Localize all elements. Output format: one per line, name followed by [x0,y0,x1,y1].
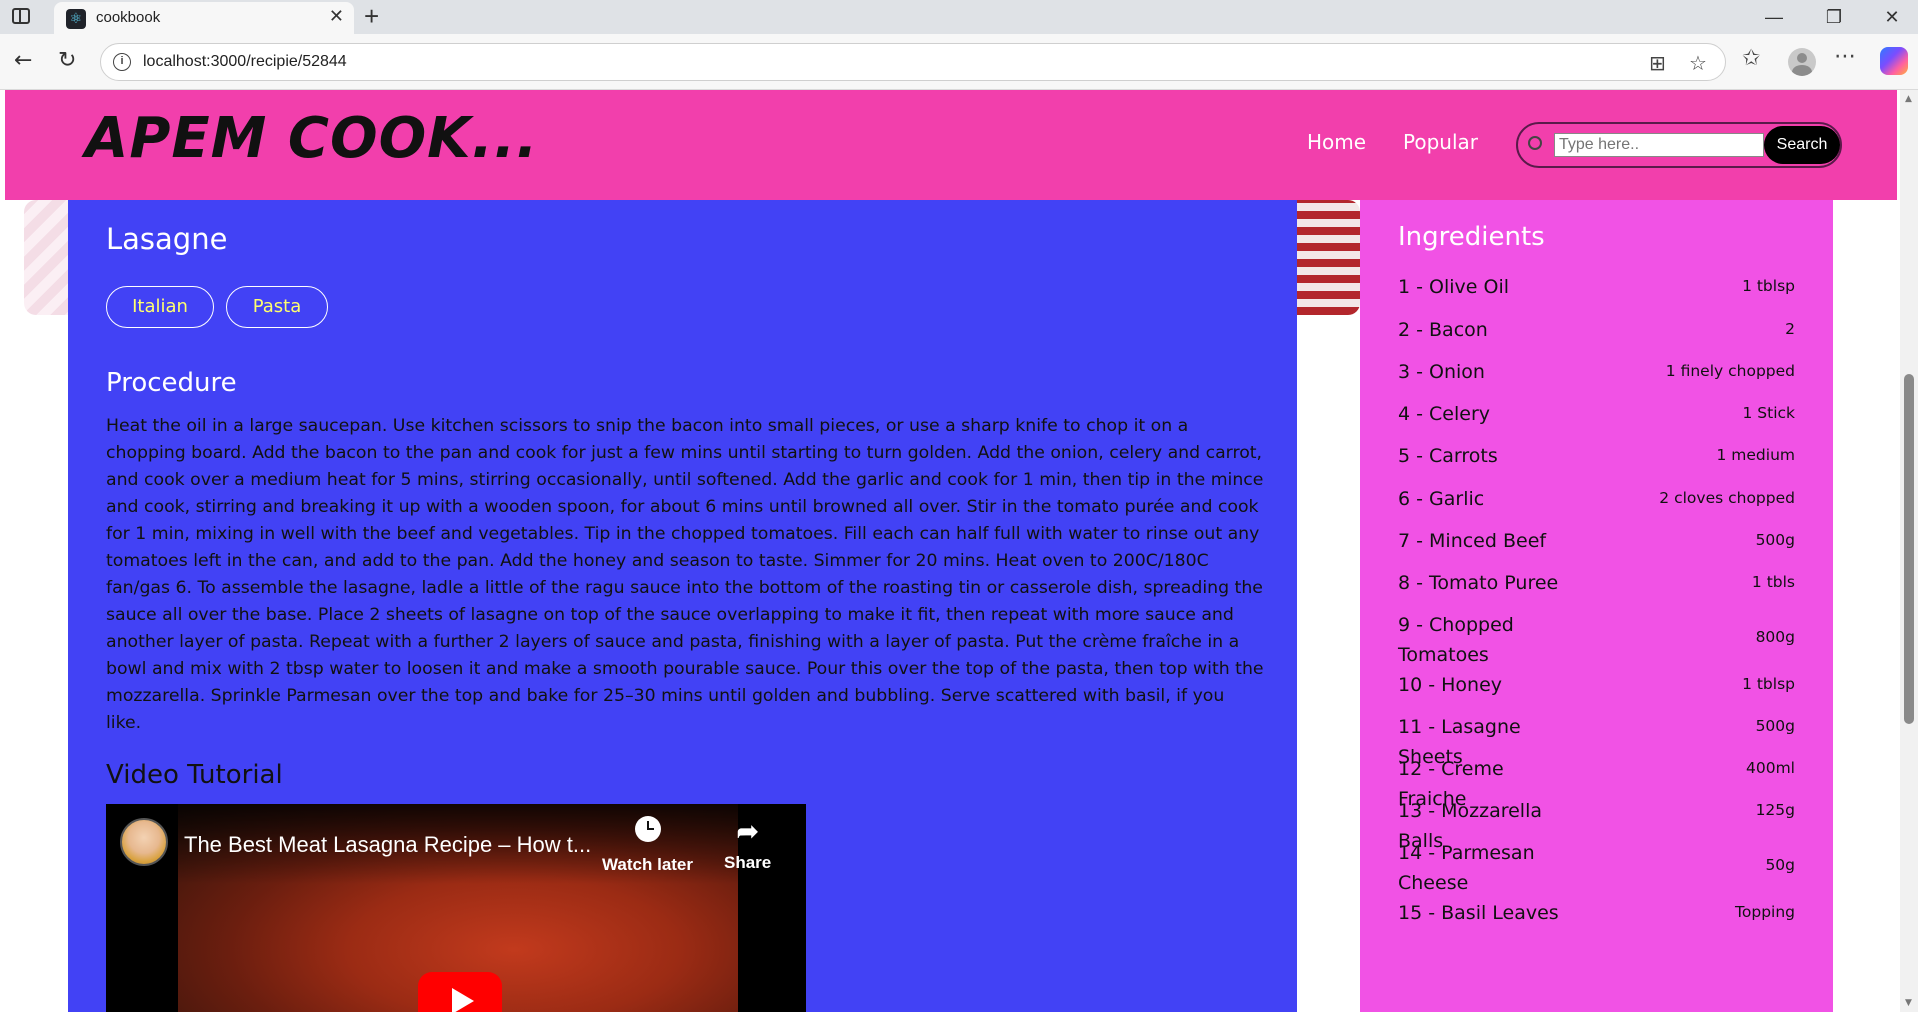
ingredient-row: 10 - Honey 1 tblsp [1398,670,1795,700]
window-close-button[interactable]: ✕ [1872,4,1912,30]
ingredient-row: 14 - Parmesan Cheese 50g [1398,838,1795,898]
address-bar[interactable]: i localhost:3000/recipie/52844 ⊞ ☆ [100,43,1726,81]
ingredient-quantity: 500g [1755,531,1795,549]
scroll-down-icon[interactable]: ▼ [1905,998,1912,1008]
ingredient-row: 1 - Olive Oil 1 tblsp [1398,272,1795,302]
ingredient-row: 6 - Garlic 2 cloves chopped [1398,484,1795,514]
search-form: Search [1516,122,1842,168]
url-text[interactable]: localhost:3000/recipie/52844 [143,53,347,71]
search-input[interactable] [1554,133,1764,157]
favorites-icon[interactable]: ✩ [1742,46,1760,71]
share-button[interactable]: ➦ Share [724,816,771,873]
app-available-icon[interactable]: ⊞ [1649,51,1666,75]
video-player[interactable]: The Best Meat Lasagna Recipe – How t... … [106,804,806,1012]
ingredient-row: 3 - Onion 1 finely chopped [1398,357,1795,387]
browser-tab-bar: ⚛ cookbook ✕ + — ❐ ✕ [0,0,1918,34]
procedure-heading: Procedure [106,368,237,398]
clock-icon [634,816,661,842]
ingredient-quantity: 1 tbls [1751,573,1795,591]
scroll-up-icon[interactable]: ▲ [1905,94,1912,104]
ingredient-name: 8 - Tomato Puree [1398,572,1559,594]
site-logo[interactable]: APEM COOK... [85,106,538,171]
ingredient-quantity: 1 Stick [1742,404,1795,422]
watch-later-label: Watch later [602,855,694,874]
ingredient-quantity: 1 finely chopped [1665,362,1795,380]
ingredient-row: 5 - Carrots 1 medium [1398,441,1795,471]
play-button-icon[interactable] [418,972,502,1012]
ingredient-name: 7 - Minced Beef [1398,530,1547,552]
ingredient-name: 3 - Onion [1398,361,1485,383]
browser-tab[interactable]: ⚛ cookbook ✕ [54,2,354,34]
restore-button[interactable]: ❐ [1814,4,1854,30]
info-icon[interactable]: i [113,53,131,71]
ingredient-quantity: 1 tblsp [1742,277,1795,295]
react-favicon-icon: ⚛ [66,9,86,29]
ingredient-name: 15 - Basil Leaves [1398,902,1559,924]
tab-title: cookbook [96,9,161,26]
ingredient-name: 9 - Chopped Tomatoes [1398,614,1514,666]
search-button[interactable]: Search [1764,126,1840,164]
ingredient-row: 4 - Celery 1 Stick [1398,399,1795,429]
ingredient-name: 5 - Carrots [1398,445,1498,467]
ingredient-quantity: 500g [1755,717,1795,735]
ingredient-quantity: 1 tblsp [1742,675,1795,693]
copilot-icon[interactable] [1880,47,1908,75]
ingredient-quantity: 1 medium [1716,446,1796,464]
ingredient-row: 15 - Basil Leaves Topping [1398,898,1795,928]
tab-close-icon[interactable]: ✕ [329,6,344,27]
tag-pasta[interactable]: Pasta [226,286,328,328]
ingredient-row: 2 - Bacon 2 [1398,315,1795,345]
recipe-panel: Lasagne Italian Pasta Procedure Heat the… [68,200,1297,1012]
ingredient-quantity: Topping [1735,903,1795,921]
back-icon[interactable]: ← [14,48,32,73]
ingredients-panel: Ingredients 1 - Olive Oil 1 tblsp 2 - Baco… [1360,200,1833,1012]
ingredient-name: 4 - Celery [1398,403,1491,425]
site-header: APEM COOK... Home Popular Search [5,90,1897,200]
ingredient-name: 10 - Honey [1398,674,1502,696]
more-icon[interactable]: ⋯ [1834,44,1856,69]
tag-italian[interactable]: Italian [106,286,214,328]
minimize-button[interactable]: — [1754,4,1794,30]
ingredient-name: 2 - Bacon [1398,319,1488,341]
profile-icon[interactable] [1788,48,1816,76]
channel-avatar[interactable] [120,818,168,866]
ingredient-row: 13 - Mozzarella Balls 125g [1398,796,1795,852]
search-icon [1528,136,1542,150]
ingredient-row: 12 - Creme Fraiche 400ml [1398,754,1795,810]
recipe-title: Lasagne [106,222,228,256]
share-label: Share [724,853,772,872]
ingredient-name: 14 - Parmesan Cheese [1398,842,1535,894]
ingredient-quantity: 800g [1755,628,1795,646]
watch-later-button[interactable]: Watch later [602,816,693,875]
new-tab-button[interactable]: + [364,1,379,32]
nav-home-link[interactable]: Home [1307,130,1366,154]
page-viewport: APEM COOK... Home Popular Search Lasagne… [0,90,1900,1012]
share-arrow-icon: ➦ [736,816,759,846]
browser-toolbar: ← ↻ i localhost:3000/recipie/52844 ⊞ ☆ ✩… [0,34,1918,90]
ingredient-row: 11 - Lasagne Sheets 500g [1398,712,1795,768]
refresh-icon[interactable]: ↻ [58,48,76,73]
background-photo-edge [1296,200,1360,315]
video-title[interactable]: The Best Meat Lasagna Recipe – How t... [184,832,591,858]
ingredient-row: 8 - Tomato Puree 1 tbls [1398,568,1795,598]
ingredient-row: 9 - Chopped Tomatoes 800g [1398,610,1795,670]
ingredients-heading: Ingredients [1398,222,1545,252]
favorite-star-icon[interactable]: ☆ [1689,51,1707,75]
ingredient-name: 6 - Garlic [1398,488,1485,510]
ingredient-row: 7 - Minced Beef 500g [1398,526,1795,556]
ingredient-quantity: 125g [1755,801,1795,819]
ingredient-quantity: 2 [1785,320,1795,338]
ingredient-quantity: 50g [1765,856,1795,874]
ingredient-name: 1 - Olive Oil [1398,276,1510,298]
sidebar-icon[interactable] [12,8,30,24]
video-tutorial-heading: Video Tutorial [106,760,283,790]
ingredient-quantity: 2 cloves chopped [1659,489,1795,507]
scroll-thumb[interactable] [1904,374,1914,724]
nav-popular-link[interactable]: Popular [1403,130,1478,154]
ingredient-quantity: 400ml [1746,759,1795,777]
procedure-text: Heat the oil in a large saucepan. Use ki… [106,416,1264,733]
page-scrollbar[interactable]: ▲ ▼ [1900,90,1918,1012]
